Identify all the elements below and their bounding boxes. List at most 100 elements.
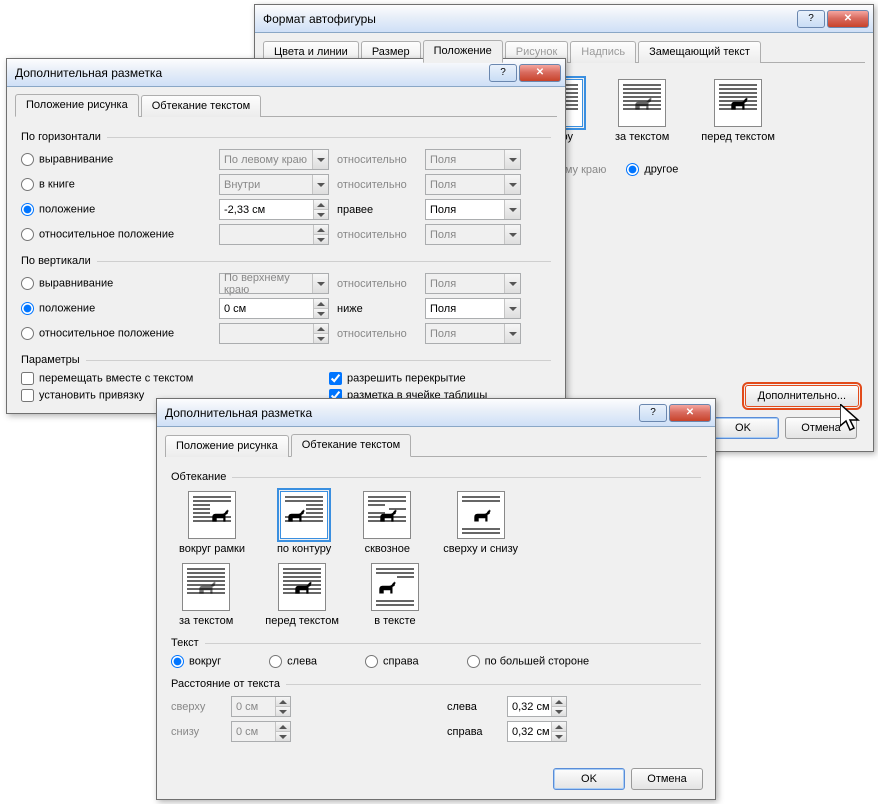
wrap-tight-label: по контуру: [277, 543, 331, 555]
chevron-down-icon: [504, 299, 520, 318]
chevron-up-icon: [313, 299, 328, 308]
format-ok-button[interactable]: OK: [707, 417, 779, 439]
wrap-topbottom-label: сверху и снизу: [443, 543, 518, 555]
chevron-down-icon: [312, 274, 328, 293]
label-below: ниже: [337, 303, 417, 315]
more-button[interactable]: Дополнительно...: [745, 385, 859, 407]
help-button[interactable]: ?: [797, 10, 825, 28]
wrap-infront-label: перед текстом: [265, 615, 339, 627]
combo-v-pos-rel[interactable]: Поля: [425, 298, 521, 319]
close-button[interactable]: ✕: [669, 404, 711, 422]
label-dist-left: слева: [447, 701, 499, 713]
layoutwrap-titlebar[interactable]: Дополнительная разметка ? ✕: [157, 399, 715, 427]
wrap-inline-label: в тексте: [374, 615, 415, 627]
tab-text-wrap[interactable]: Обтекание текстом: [141, 95, 262, 117]
close-button[interactable]: ✕: [827, 10, 869, 28]
chevron-down-icon: [504, 225, 520, 244]
combo-h-pos-rel[interactable]: Поля: [425, 199, 521, 220]
group-params: Параметры: [21, 354, 551, 366]
label-dist-bottom: снизу: [171, 726, 223, 738]
label-dist-right: справа: [447, 726, 499, 738]
check-allow-overlap[interactable]: разрешить перекрытие: [329, 372, 466, 385]
layout-position-dialog: Дополнительная разметка ? ✕ Положение ри…: [6, 58, 566, 414]
wrap-option-infront[interactable]: перед текстом: [701, 79, 775, 143]
wrap-through[interactable]: сквозное: [363, 491, 411, 555]
chevron-down-icon: [504, 200, 520, 219]
close-button[interactable]: ✕: [519, 64, 561, 82]
wrap-cancel-button[interactable]: Отмена: [631, 768, 703, 790]
wrap-through-label: сквозное: [365, 543, 410, 555]
wrap-infront-label: перед текстом: [701, 131, 775, 143]
combo-h-book: Внутри: [219, 174, 329, 195]
wrap-square[interactable]: вокруг рамки: [179, 491, 245, 555]
label-relative: относительно: [337, 229, 417, 241]
radio-h-align[interactable]: выравнивание: [21, 153, 113, 166]
help-button[interactable]: ?: [489, 64, 517, 82]
layoutpos-tabbar: Положение рисунка Обтекание текстом: [15, 93, 557, 117]
radio-text-left[interactable]: слева: [269, 655, 317, 668]
radio-other[interactable]: другое: [626, 163, 678, 176]
group-distance: Расстояние от текста: [171, 678, 701, 690]
label-dist-top: сверху: [171, 701, 223, 713]
format-titlebar[interactable]: Формат автофигуры ? ✕: [255, 5, 873, 33]
spin-dist-left[interactable]: 0,32 см: [507, 696, 567, 717]
format-title: Формат автофигуры: [263, 12, 795, 26]
wrap-behind[interactable]: за текстом: [179, 563, 233, 627]
tab-position[interactable]: Положение: [423, 40, 503, 63]
chevron-down-icon: [504, 175, 520, 194]
chevron-down-icon: [504, 324, 520, 343]
wrap-infront[interactable]: перед текстом: [265, 563, 339, 627]
label-relative: относительно: [337, 179, 417, 191]
label-rightof: правее: [337, 204, 417, 216]
chevron-down-icon: [504, 274, 520, 293]
chevron-down-icon: [551, 706, 566, 716]
wrap-behind-label: за текстом: [179, 615, 233, 627]
spin-h-relpos: [219, 224, 329, 245]
spin-dist-right[interactable]: 0,32 см: [507, 721, 567, 742]
layout-wrap-dialog: Дополнительная разметка ? ✕ Положение ри…: [156, 398, 716, 800]
tab-picture-position[interactable]: Положение рисунка: [15, 94, 139, 117]
chevron-down-icon: [312, 175, 328, 194]
layoutwrap-tabbar: Положение рисунка Обтекание текстом: [165, 433, 707, 457]
spin-v-pos[interactable]: 0 см: [219, 298, 329, 319]
combo-h-align: По левому краю: [219, 149, 329, 170]
wrap-behind-label: за текстом: [615, 131, 669, 143]
combo-h-relpos-rel: Поля: [425, 224, 521, 245]
radio-v-align[interactable]: выравнивание: [21, 277, 113, 290]
chevron-up-icon: [551, 722, 566, 731]
tab-textbox: Надпись: [570, 41, 636, 63]
combo-v-align: По верхнему краю: [219, 273, 329, 294]
check-move-with-text[interactable]: перемещать вместе с текстом: [21, 372, 321, 385]
label-relative: относительно: [337, 154, 417, 166]
tab-text-wrap[interactable]: Обтекание текстом: [291, 434, 412, 457]
radio-text-right[interactable]: справа: [365, 655, 419, 668]
radio-v-pos[interactable]: положение: [21, 302, 95, 315]
label-relative: относительно: [337, 328, 417, 340]
wrap-inline[interactable]: в тексте: [371, 563, 419, 627]
wrap-option-behind[interactable]: за текстом: [615, 79, 669, 143]
radio-v-relpos[interactable]: относительное положение: [21, 327, 174, 340]
radio-h-pos[interactable]: положение: [21, 203, 95, 216]
radio-h-book[interactable]: в книге: [21, 178, 75, 191]
group-text: Текст: [171, 637, 701, 649]
chevron-down-icon: [312, 150, 328, 169]
tab-alttext[interactable]: Замещающий текст: [638, 41, 761, 63]
radio-h-relpos[interactable]: относительное положение: [21, 228, 174, 241]
wrap-topbottom[interactable]: сверху и снизу: [443, 491, 518, 555]
tab-picture-position[interactable]: Положение рисунка: [165, 435, 289, 457]
wrap-ok-button[interactable]: OK: [553, 768, 625, 790]
chevron-up-icon: [551, 697, 566, 706]
spin-h-pos[interactable]: -2,33 см: [219, 199, 329, 220]
radio-text-around[interactable]: вокруг: [171, 655, 221, 668]
format-cancel-button[interactable]: Отмена: [785, 417, 857, 439]
radio-text-largest[interactable]: по большей стороне: [467, 655, 590, 668]
combo-v-relpos-rel: Поля: [425, 323, 521, 344]
spin-dist-top: 0 см: [231, 696, 291, 717]
layoutpos-title: Дополнительная разметка: [15, 66, 487, 80]
wrap-tight[interactable]: по контуру: [277, 491, 331, 555]
group-wrapping: Обтекание: [171, 471, 701, 483]
layoutpos-titlebar[interactable]: Дополнительная разметка ? ✕: [7, 59, 565, 87]
wrap-square-label: вокруг рамки: [179, 543, 245, 555]
chevron-down-icon: [551, 731, 566, 741]
help-button[interactable]: ?: [639, 404, 667, 422]
